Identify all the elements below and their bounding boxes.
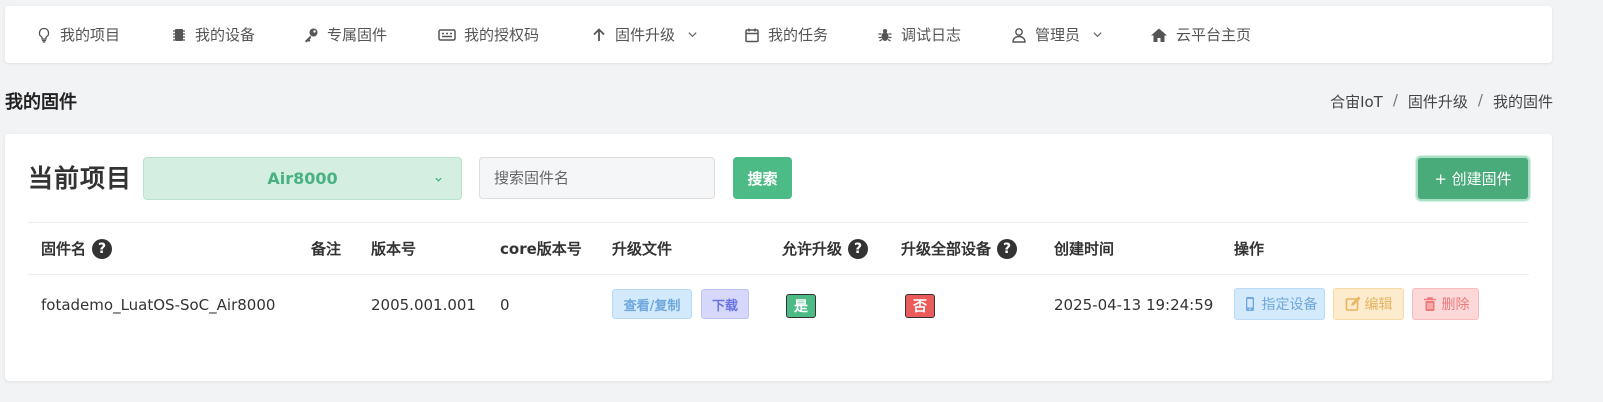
view-copy-label: 查看/复制 <box>623 298 681 314</box>
allow-upgrade-badge: 是 <box>786 294 816 318</box>
nav-item-my-tasks[interactable]: 我的任务 <box>744 6 828 63</box>
breadcrumb-item-firmware-upgrade[interactable]: 固件升级 <box>1408 91 1468 112</box>
nav-item-my-projects[interactable]: 我的项目 <box>36 6 120 63</box>
column-header-label: 操作 <box>1234 240 1265 258</box>
breadcrumb-item-home[interactable]: 合宙IoT <box>1330 91 1383 112</box>
page-title: 我的固件 <box>5 92 77 113</box>
bug-icon <box>877 27 893 43</box>
user-icon <box>1011 27 1027 43</box>
nav-label: 我的设备 <box>195 26 256 44</box>
chip-icon <box>171 27 187 43</box>
current-project-label: 当前项目 <box>28 164 133 193</box>
column-header-label: 升级全部设备 <box>901 240 992 258</box>
view-copy-button[interactable]: 查看/复制 <box>612 289 692 319</box>
column-header-upgrade-all: 升级全部设备 ? <box>901 238 1018 259</box>
column-header-remark: 备注 <box>311 238 341 259</box>
column-header-label: 创建时间 <box>1054 240 1115 258</box>
breadcrumb: 合宙IoT / 固件升级 / 我的固件 <box>1330 91 1553 112</box>
column-header-name: 固件名 ? <box>41 238 113 259</box>
nav-label: 固件升级 <box>615 26 676 44</box>
nav-label: 云平台主页 <box>1176 26 1252 44</box>
help-icon[interactable]: ? <box>848 238 869 259</box>
keyboard-icon <box>438 27 456 43</box>
cell-core-version: 0 <box>500 296 510 314</box>
key-icon <box>303 27 319 43</box>
edit-icon <box>1345 296 1361 312</box>
cell-version: 2005.001.001 <box>371 296 476 314</box>
nav-item-exclusive-firmware[interactable]: 专属固件 <box>303 6 387 63</box>
cell-firmware-name: fotademo_LuatOS-SoC_Air8000 <box>41 296 276 314</box>
help-icon[interactable]: ? <box>997 238 1018 259</box>
trash-icon <box>1422 296 1438 312</box>
column-header-actions: 操作 <box>1234 238 1264 259</box>
nav-item-cloud-home[interactable]: 云平台主页 <box>1150 6 1251 63</box>
edit-label: 编辑 <box>1364 297 1393 313</box>
nav-item-admin[interactable]: 管理员 <box>1011 6 1103 63</box>
column-header-label: 固件名 <box>41 240 87 258</box>
project-select[interactable]: Air8000 <box>143 157 462 200</box>
chevron-down-icon <box>1088 29 1103 40</box>
search-button[interactable]: 搜索 <box>733 157 792 199</box>
nav-label: 管理员 <box>1035 26 1081 44</box>
nav-label: 我的授权码 <box>464 26 540 44</box>
nav-label: 调试日志 <box>901 26 962 44</box>
calendar-icon <box>744 27 760 43</box>
breadcrumb-separator: / <box>1392 91 1398 109</box>
firmware-card: 当前项目 Air8000 搜索 + 创建固件 固件名 ? 备注 版本号 core… <box>5 134 1552 381</box>
column-header-label: 允许升级 <box>782 240 843 258</box>
lightbulb-icon <box>36 27 52 43</box>
project-select-value: Air8000 <box>267 169 338 188</box>
assign-devices-label: 指定设备 <box>1261 297 1318 313</box>
nav-item-my-devices[interactable]: 我的设备 <box>171 6 255 63</box>
mobile-icon <box>1242 296 1258 312</box>
delete-label: 删除 <box>1441 297 1470 313</box>
divider <box>28 274 1529 275</box>
delete-button[interactable]: 删除 <box>1412 288 1479 320</box>
upgrade-all-badge: 否 <box>905 294 935 318</box>
nav-item-debug-logs[interactable]: 调试日志 <box>877 6 961 63</box>
assign-devices-button[interactable]: 指定设备 <box>1234 288 1325 320</box>
arrow-up-icon <box>591 27 607 43</box>
column-header-core-version: core版本号 <box>500 238 582 259</box>
column-header-label: core版本号 <box>500 240 582 258</box>
column-header-label: 备注 <box>311 240 342 258</box>
nav-item-firmware-upgrade[interactable]: 固件升级 <box>591 6 698 63</box>
home-icon <box>1150 27 1168 43</box>
column-header-allow-upgrade: 允许升级 ? <box>782 238 869 259</box>
column-header-label: 升级文件 <box>612 240 673 258</box>
column-header-upgrade-file: 升级文件 <box>612 238 672 259</box>
nav-label: 我的项目 <box>60 26 121 44</box>
breadcrumb-separator: / <box>1477 91 1483 109</box>
create-firmware-button[interactable]: + 创建固件 <box>1416 156 1530 201</box>
download-label: 下载 <box>711 298 738 314</box>
nav-label: 专属固件 <box>327 26 388 44</box>
cell-created-at: 2025-04-13 19:24:59 <box>1054 296 1214 314</box>
column-header-created-at: 创建时间 <box>1054 238 1114 259</box>
top-nav: 我的项目 我的设备 专属固件 我的授权码 固件升级 我的任务 调试日志 管理员 … <box>5 6 1552 63</box>
column-header-version: 版本号 <box>371 238 416 259</box>
edit-button[interactable]: 编辑 <box>1333 288 1404 320</box>
column-header-label: 版本号 <box>371 240 417 258</box>
divider <box>28 222 1529 223</box>
breadcrumb-item-current: 我的固件 <box>1492 93 1553 111</box>
help-icon[interactable]: ? <box>92 238 113 259</box>
nav-label: 我的任务 <box>768 26 829 44</box>
download-button[interactable]: 下载 <box>701 289 749 319</box>
nav-item-my-license-codes[interactable]: 我的授权码 <box>438 6 539 63</box>
firmware-search-input[interactable] <box>479 157 715 199</box>
chevron-down-icon <box>683 29 698 40</box>
